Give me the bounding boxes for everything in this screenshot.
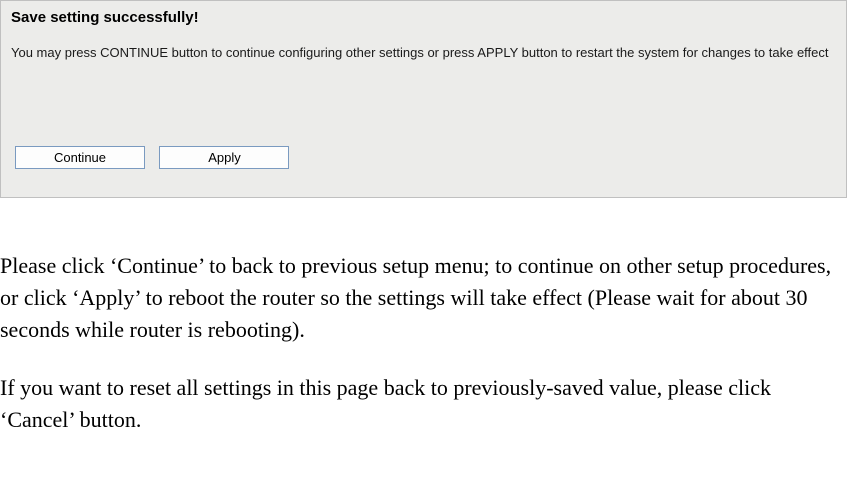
instruction-paragraph-1: Please click ‘Continue’ to back to previ… (0, 250, 845, 346)
save-confirmation-panel: Save setting successfully! You may press… (0, 0, 847, 198)
document-instructions: Please click ‘Continue’ to back to previ… (0, 250, 849, 435)
continue-button[interactable]: Continue (15, 146, 145, 169)
button-row: Continue Apply (15, 146, 299, 169)
instruction-paragraph-2: If you want to reset all settings in thi… (0, 372, 845, 436)
panel-description: You may press CONTINUE button to continu… (11, 44, 836, 63)
apply-button[interactable]: Apply (159, 146, 289, 169)
panel-title: Save setting successfully! (11, 9, 836, 26)
